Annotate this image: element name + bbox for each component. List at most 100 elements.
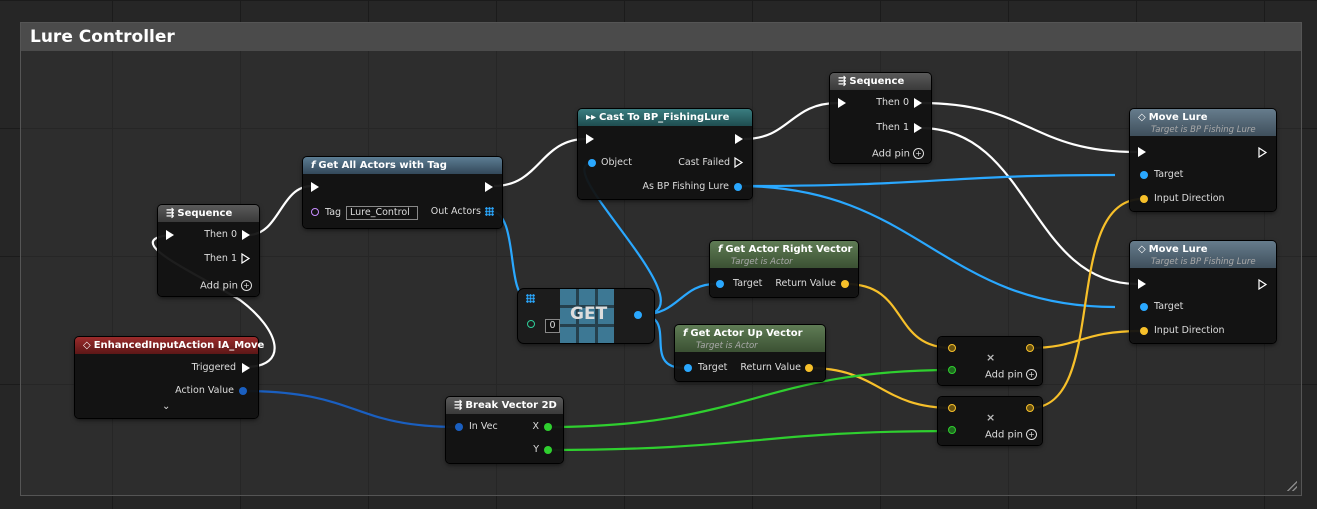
array-in-pin[interactable] <box>526 294 535 303</box>
exec-in-pin[interactable] <box>1138 279 1146 289</box>
node-title: Get All Actors with Tag <box>318 160 447 171</box>
add-pin-label: Add pin <box>985 429 1024 441</box>
node-header: ⇶ Sequence <box>830 73 931 90</box>
exec-in-pin[interactable] <box>1138 147 1146 157</box>
exec-in-pin[interactable] <box>586 134 594 144</box>
in-vec-pin[interactable] <box>455 423 463 431</box>
multiply-node-1[interactable]: × Add pin + <box>938 337 1042 385</box>
event-diamond-icon: ◇ <box>1138 244 1146 255</box>
node-header: ◇ EnhancedInputAction IA_Move <box>75 337 264 354</box>
y-label: Y <box>533 444 539 455</box>
target-pin[interactable] <box>1140 171 1148 179</box>
return-value-pin[interactable] <box>841 280 849 288</box>
action-value-pin[interactable] <box>239 387 247 395</box>
expand-chevron-icon[interactable]: ⌄ <box>162 401 170 412</box>
exec-out-pin[interactable] <box>485 182 493 192</box>
then0-pin[interactable] <box>914 98 922 108</box>
get-array-node[interactable]: GET 0 <box>518 289 654 343</box>
then0-pin[interactable] <box>242 230 250 240</box>
tag-pin[interactable] <box>311 208 319 216</box>
exec-in-pin[interactable] <box>311 182 319 192</box>
add-pin-button[interactable]: Add pin + <box>985 369 1038 381</box>
triggered-pin[interactable] <box>242 363 250 373</box>
node-title: Get Actor Right Vector <box>725 244 853 255</box>
exec-in-pin[interactable] <box>166 230 174 240</box>
move-lure-node-2[interactable]: ◇ Move Lure Target is BP Fishing Lure Targ… <box>1130 241 1276 343</box>
wire-exec <box>743 101 839 141</box>
wire-exec <box>920 101 1138 154</box>
add-pin-button[interactable]: Add pin + <box>985 429 1038 441</box>
multiply-node-2[interactable]: × Add pin + <box>938 397 1042 445</box>
as-bp-pin[interactable] <box>734 183 742 191</box>
cast-icon: ▸▸ <box>586 112 597 123</box>
out-actors-label: Out Actors <box>430 206 481 217</box>
plus-icon: + <box>241 280 252 291</box>
node-header: ⇶ Break Vector 2D <box>446 397 563 414</box>
node-subtitle: Target is Actor <box>731 257 793 267</box>
in-vec-label: In Vec <box>469 421 498 432</box>
get-actor-up-vector-node[interactable]: f Get Actor Up Vector Target is Actor Targ… <box>675 325 825 381</box>
float-in-pin[interactable] <box>948 426 956 434</box>
input-direction-label: Input Direction <box>1154 325 1225 336</box>
wire-exec <box>493 137 587 188</box>
wire-object <box>737 173 1116 188</box>
target-label: Target <box>733 278 763 289</box>
node-title: Break Vector 2D <box>465 400 557 411</box>
vector-in-pin[interactable] <box>948 344 956 352</box>
vector-in-pin[interactable] <box>948 404 956 412</box>
get-all-actors-node[interactable]: f Get All Actors with Tag Tag Lure_Contro… <box>303 157 502 228</box>
add-pin-button[interactable]: Add pin + <box>200 280 252 292</box>
function-icon: f <box>718 244 723 255</box>
sequence-node-top[interactable]: ⇶ Sequence Then 0 Then 1 Add pin + <box>830 73 931 163</box>
function-icon: f <box>311 160 316 171</box>
move-lure-node-1[interactable]: ◇ Move Lure Target is BP Fishing Lure Targ… <box>1130 109 1276 211</box>
x-pin[interactable] <box>544 423 552 431</box>
array-grid-icon[interactable] <box>485 207 494 216</box>
target-label: Target <box>698 362 728 373</box>
y-pin[interactable] <box>544 446 552 454</box>
exec-out-pin[interactable] <box>1258 147 1268 158</box>
target-pin[interactable] <box>716 280 724 288</box>
wire-vector <box>1029 329 1143 350</box>
index-pin[interactable] <box>527 320 535 328</box>
enhanced-input-action-node[interactable]: ◇ EnhancedInputAction IA_Move Triggered A… <box>75 337 264 418</box>
node-header: ◇ Move Lure Target is BP Fishing Lure <box>1130 109 1276 136</box>
tag-label: Tag <box>325 207 342 218</box>
object-pin[interactable] <box>588 159 596 167</box>
input-direction-pin[interactable] <box>1140 195 1148 203</box>
exec-out-pin[interactable] <box>735 134 743 144</box>
cast-failed-pin[interactable] <box>734 157 744 168</box>
node-header: ▸▸ Cast To BP_FishingLure <box>578 109 752 126</box>
add-pin-label: Add pin <box>199 280 238 292</box>
index-input[interactable]: 0 <box>545 319 560 333</box>
node-title: Sequence <box>849 76 905 87</box>
get-out-pin[interactable] <box>634 311 642 319</box>
cast-node[interactable]: ▸▸ Cast To BP_FishingLure Object Cast Fai… <box>578 109 752 199</box>
node-title: Move Lure <box>1148 112 1208 123</box>
wire-vector2d <box>241 389 459 429</box>
vector-out-pin[interactable] <box>1026 344 1034 352</box>
exec-out-pin[interactable] <box>1258 279 1268 290</box>
then1-pin[interactable] <box>241 253 251 264</box>
float-in-pin[interactable] <box>948 366 956 374</box>
node-title: EnhancedInputAction IA_Move <box>93 340 265 351</box>
wire-float <box>547 429 954 452</box>
tag-input[interactable]: Lure_Control <box>346 206 418 220</box>
input-direction-pin[interactable] <box>1140 327 1148 335</box>
sequence-icon: ⇶ <box>166 208 175 219</box>
return-value-label: Return Value <box>740 362 801 373</box>
return-value-pin[interactable] <box>805 364 813 372</box>
add-pin-button[interactable]: Add pin + <box>872 148 924 160</box>
get-actor-right-vector-node[interactable]: f Get Actor Right Vector Target is Actor T… <box>710 241 858 297</box>
vector-out-pin[interactable] <box>1026 404 1034 412</box>
node-title: Sequence <box>177 208 233 219</box>
target-pin[interactable] <box>684 364 692 372</box>
plus-icon: + <box>913 148 924 159</box>
exec-in-pin[interactable] <box>838 98 846 108</box>
node-header: ◇ Move Lure Target is BP Fishing Lure <box>1130 241 1276 268</box>
target-pin[interactable] <box>1140 303 1148 311</box>
then1-pin[interactable] <box>914 123 922 133</box>
sequence-node-left[interactable]: ⇶ Sequence Then 0 Then 1 Add pin + <box>158 205 259 296</box>
break-vector-2d-node[interactable]: ⇶ Break Vector 2D In Vec X Y <box>446 397 563 463</box>
node-header: ⇶ Sequence <box>158 205 259 222</box>
